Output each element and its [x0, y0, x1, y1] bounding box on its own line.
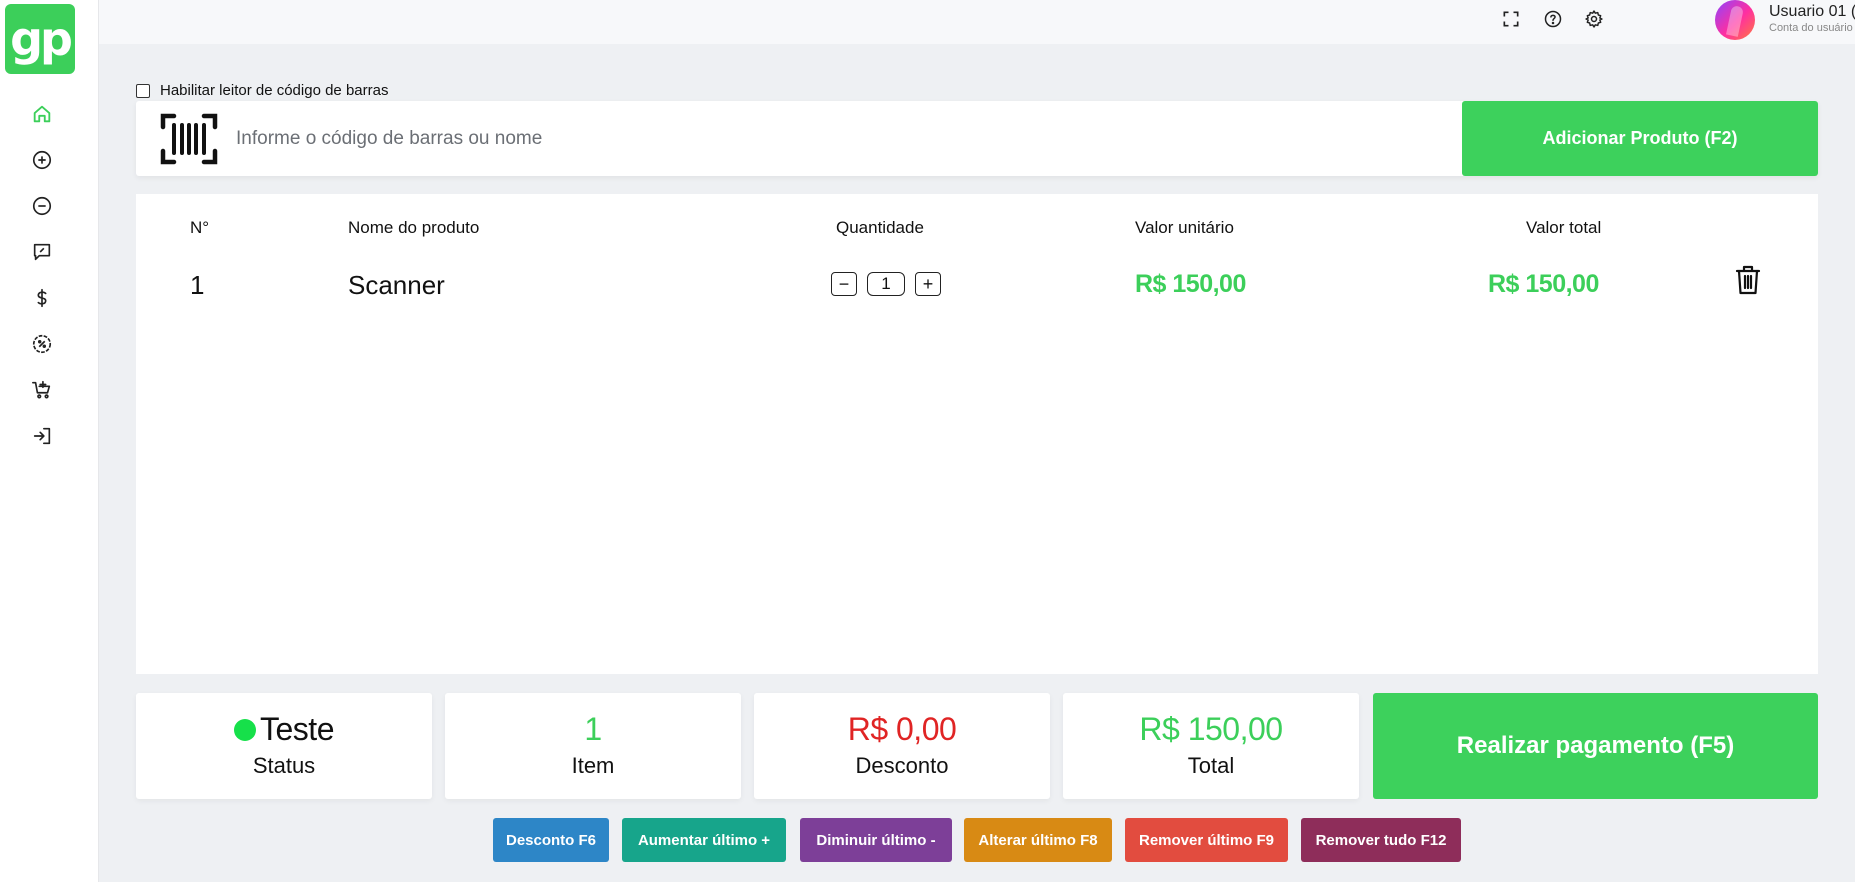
chat-edit-icon: [33, 243, 51, 261]
user-subtitle: Conta do usuário: [1769, 22, 1853, 34]
avatar[interactable]: [1715, 0, 1755, 40]
barcode-reader-checkbox[interactable]: [136, 83, 150, 98]
cart-add-icon: [32, 380, 51, 399]
dollar-icon: [37, 288, 47, 308]
row-number: 1: [190, 270, 205, 300]
status-indicator-dot: [234, 718, 256, 741]
sidebar-item-discounts[interactable]: [24, 326, 60, 362]
row-unit-value: R$ 150,00: [1135, 270, 1246, 298]
discount-card: R$ 0,00 Desconto: [754, 693, 1050, 799]
plus-circle-icon: [32, 150, 52, 170]
minus-circle-icon: [32, 196, 52, 216]
sidebar-item-finance[interactable]: [24, 280, 60, 316]
quantity-stepper: − 1 +: [831, 272, 941, 296]
header-number: N°: [190, 218, 210, 237]
item-count-label: Item: [571, 753, 615, 778]
discount-value: R$ 0,00: [847, 711, 957, 747]
item-count-value: 1: [584, 711, 602, 747]
sidebar-item-cart[interactable]: [24, 372, 60, 408]
sidebar-item-add[interactable]: [24, 142, 60, 178]
status-value: Teste: [136, 711, 432, 749]
remove-all-button[interactable]: Remover tudo F12: [1301, 818, 1461, 862]
discount-badge-icon: [32, 334, 52, 354]
sidebar-item-remove[interactable]: [24, 188, 60, 224]
sidebar-item-logout[interactable]: [24, 418, 60, 454]
sidebar: gp: [0, 0, 99, 882]
barcode-reader-label: Habilitar leitor de código de barras: [160, 82, 389, 99]
status-label: Status: [252, 753, 316, 778]
header-total-value: Valor total: [1526, 218, 1602, 237]
discount-button[interactable]: Desconto F6: [493, 818, 609, 862]
home-icon: [33, 105, 51, 123]
topbar: Usuario 01 (Loja 01) Conta do usuário: [99, 0, 1855, 44]
barcode-reader-toggle[interactable]: Habilitar leitor de código de barras: [136, 82, 388, 99]
sidebar-nav: [24, 96, 60, 464]
fullscreen-icon[interactable]: [1500, 8, 1522, 30]
change-last-button[interactable]: Alterar último F8: [964, 818, 1112, 862]
increase-last-button[interactable]: Aumentar último +: [622, 818, 786, 862]
header-product-name: Nome do produto: [348, 218, 480, 237]
row-total-value: R$ 150,00: [1488, 270, 1599, 298]
barcode-icon: [160, 113, 218, 165]
make-payment-button[interactable]: Realizar pagamento (F5): [1373, 693, 1818, 799]
logout-icon: [33, 427, 51, 445]
discount-label: Desconto: [855, 753, 949, 778]
row-product-name: Scanner: [348, 270, 445, 300]
product-search-input[interactable]: [236, 101, 1566, 176]
gear-icon[interactable]: [1583, 8, 1605, 30]
total-label: Total: [1187, 753, 1235, 778]
item-count-card: 1 Item: [445, 693, 741, 799]
header-quantity: Quantidade: [836, 218, 924, 237]
sidebar-item-messages[interactable]: [24, 234, 60, 270]
total-value: R$ 150,00: [1139, 711, 1283, 747]
sidebar-item-home[interactable]: [24, 96, 60, 132]
quantity-value[interactable]: 1: [867, 272, 905, 296]
help-icon[interactable]: [1542, 8, 1564, 30]
user-name[interactable]: Usuario 01 (Loja 01): [1769, 3, 1855, 21]
product-table: N° Nome do produto Quantidade Valor unit…: [136, 194, 1818, 674]
header-unit-value: Valor unitário: [1135, 218, 1234, 237]
remove-last-button[interactable]: Remover último F9: [1125, 818, 1288, 862]
brand-logo[interactable]: gp: [5, 4, 75, 74]
status-card: Teste Status: [136, 693, 432, 799]
decrease-quantity-button[interactable]: −: [831, 272, 857, 296]
decrease-last-button[interactable]: Diminuir último -: [800, 818, 952, 862]
total-card: R$ 150,00 Total: [1063, 693, 1359, 799]
increase-quantity-button[interactable]: +: [915, 272, 941, 296]
trash-icon[interactable]: [1734, 264, 1762, 296]
add-product-button[interactable]: Adicionar Produto (F2): [1462, 101, 1818, 176]
